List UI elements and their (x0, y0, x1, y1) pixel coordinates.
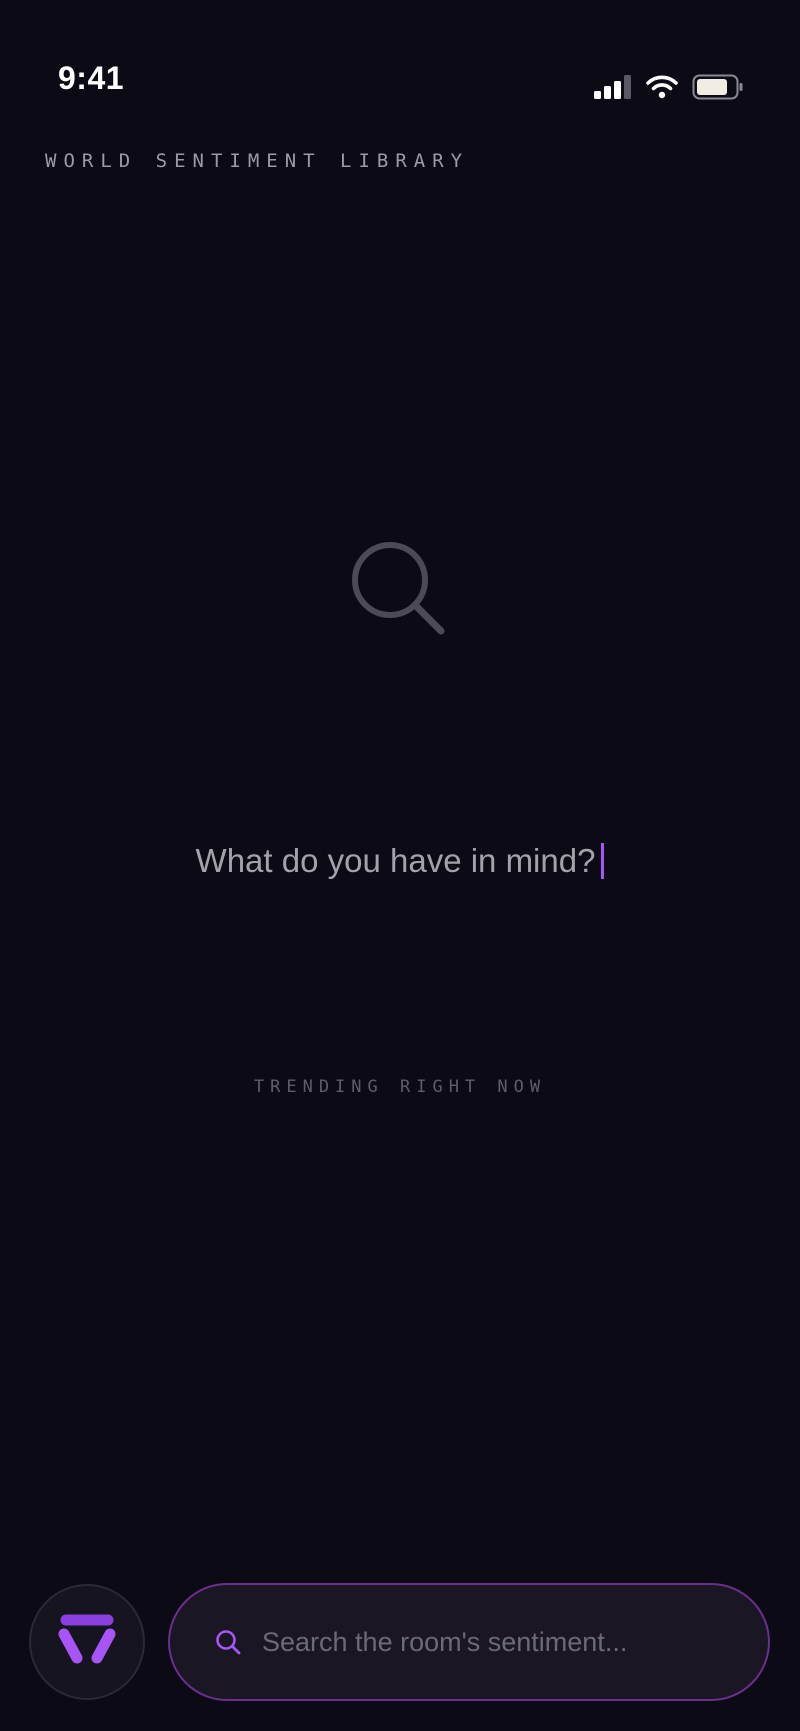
text-caret (601, 843, 605, 879)
app-title: WORLD SENTIMENT LIBRARY (45, 150, 470, 172)
brand-logo-icon (58, 1614, 116, 1671)
wifi-icon (646, 75, 678, 99)
logo-button[interactable] (29, 1584, 145, 1700)
status-icons (594, 74, 744, 100)
battery-icon (692, 74, 744, 100)
status-bar: 9:41 (0, 0, 800, 110)
cellular-signal-icon (594, 75, 632, 99)
status-time: 9:41 (58, 60, 125, 96)
search-icon (214, 1628, 242, 1656)
search-input[interactable] (262, 1622, 768, 1662)
trending-label: TRENDING RIGHT NOW (253, 1077, 547, 1097)
prompt-text: What do you have in mind? (195, 842, 596, 879)
search-icon (348, 538, 448, 638)
search-bar[interactable] (168, 1583, 770, 1701)
prompt: What do you have in mind? (0, 842, 800, 880)
